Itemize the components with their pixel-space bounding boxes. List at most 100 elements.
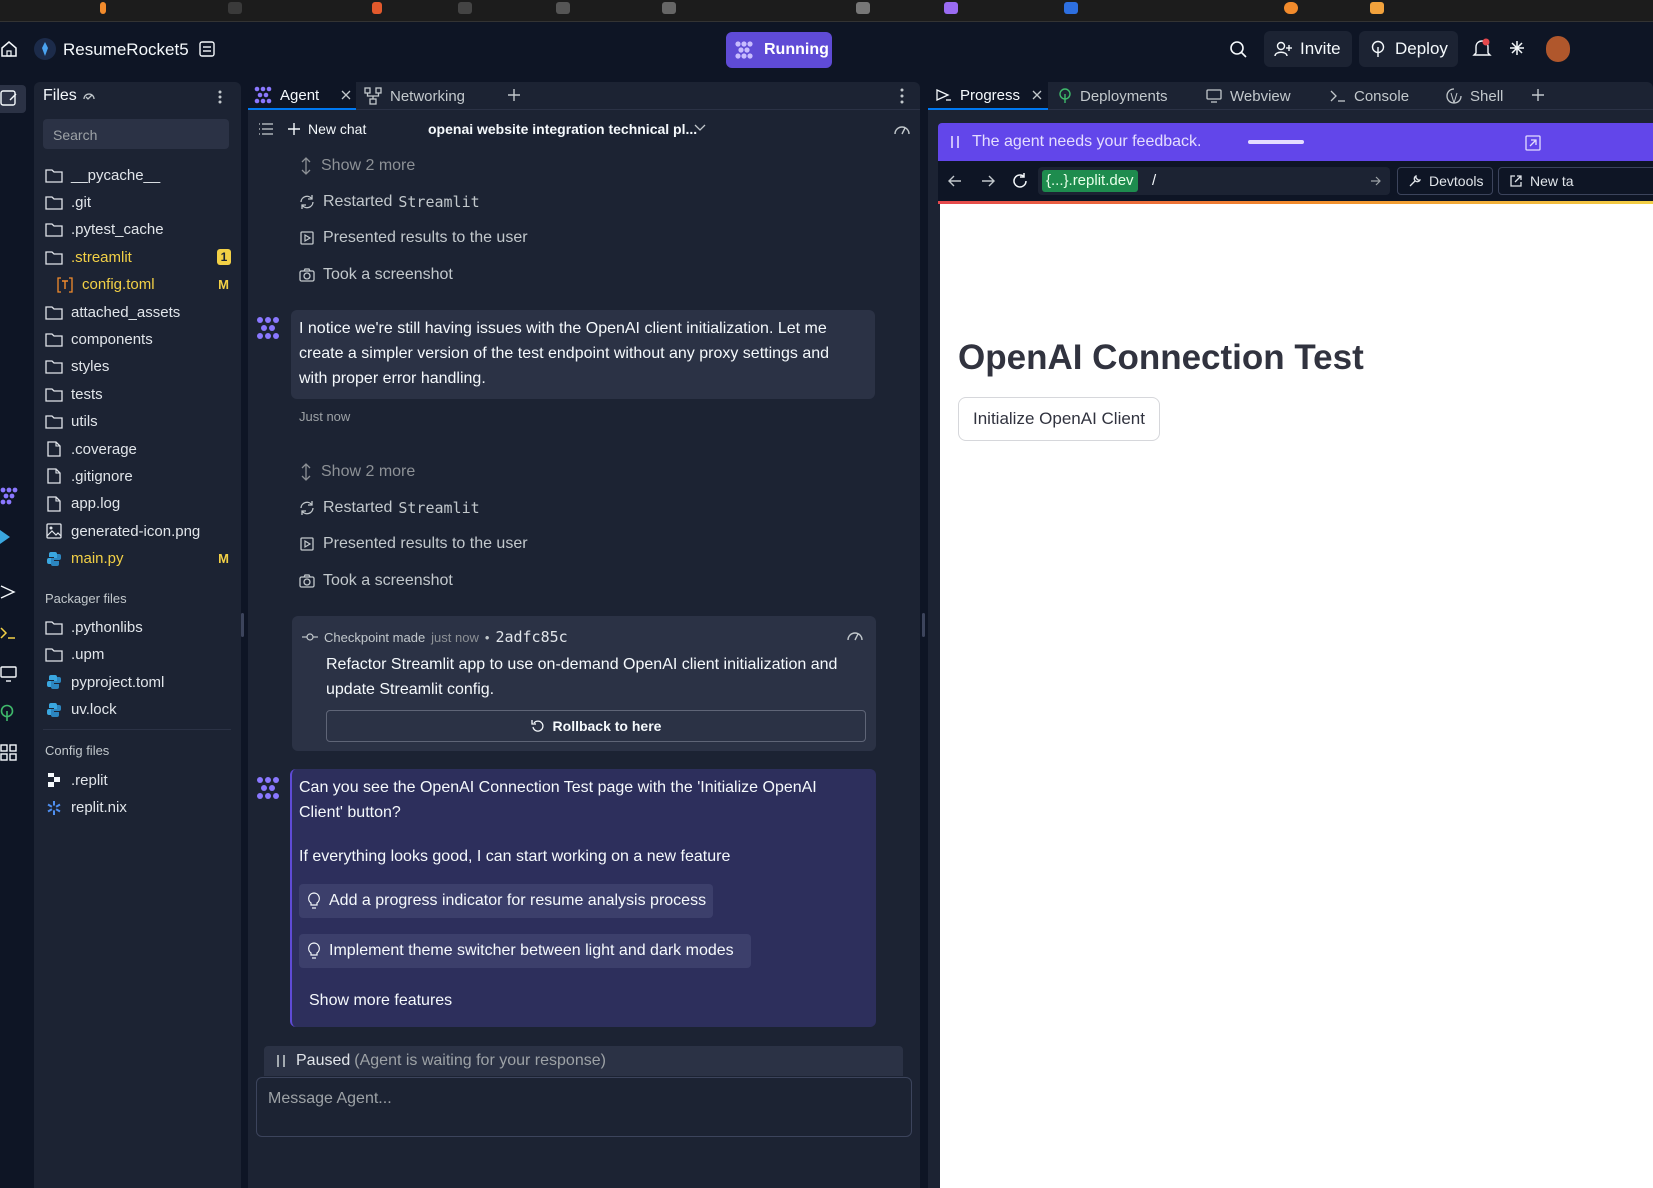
show-more-button[interactable]: Show 2 more (299, 461, 415, 483)
tab-favicon[interactable] (372, 2, 382, 14)
close-tab-icon[interactable] (341, 90, 351, 100)
tab-progress[interactable]: Progress (928, 82, 1048, 110)
image-file-icon (45, 523, 63, 539)
project-avatar-icon[interactable] (34, 38, 56, 60)
file-item[interactable]: app.log (34, 491, 241, 517)
resize-handle[interactable] (922, 613, 925, 637)
file-item[interactable]: pyproject.toml (34, 669, 241, 695)
chat-history-icon[interactable] (258, 122, 274, 136)
toml-file-icon (56, 276, 74, 293)
folder-item[interactable]: .git (34, 189, 241, 215)
folder-item[interactable]: .pytest_cache (34, 217, 241, 243)
folder-item[interactable]: .upm (34, 642, 241, 668)
file-item[interactable]: main.py M (34, 546, 241, 572)
tab-webview[interactable]: Webview (1206, 82, 1316, 110)
python-tool-icon[interactable] (0, 528, 14, 546)
pane-menu-icon[interactable] (897, 88, 907, 104)
tab-favicon[interactable] (1064, 2, 1078, 14)
folder-item[interactable]: __pycache__ (34, 162, 241, 188)
file-item[interactable]: .replit (34, 767, 241, 793)
suggestion-chip[interactable]: Add a progress indicator for resume anal… (299, 884, 713, 918)
tab-console[interactable]: Console (1330, 82, 1430, 110)
action-screenshot[interactable]: Took a screenshot (299, 570, 453, 592)
sparkle-icon[interactable] (1509, 40, 1525, 56)
progress-tool-icon[interactable] (0, 584, 18, 600)
add-tab-icon[interactable] (1531, 88, 1545, 102)
rollback-button[interactable]: Rollback to here (326, 710, 866, 742)
popout-icon[interactable] (1525, 135, 1541, 151)
tab-favicon[interactable] (556, 2, 570, 14)
tab-favicon[interactable] (1284, 2, 1298, 14)
user-avatar[interactable] (1546, 36, 1570, 62)
all-tools-icon[interactable] (0, 744, 18, 762)
action-restarted[interactable]: Restarted Streamlit (299, 191, 480, 213)
tab-favicon[interactable] (458, 2, 472, 14)
tab-favicon[interactable] (1370, 2, 1384, 14)
tab-agent[interactable]: Agent (248, 82, 356, 110)
file-search-input[interactable]: Search (43, 119, 229, 149)
running-button[interactable]: Running (726, 32, 832, 68)
tab-favicon[interactable] (228, 2, 242, 14)
file-item[interactable]: uv.lock (34, 697, 241, 723)
folder-item[interactable]: styles (34, 354, 241, 380)
files-tool-icon[interactable] (0, 85, 26, 113)
file-item[interactable]: replit.nix (34, 795, 241, 821)
action-presented[interactable]: Presented results to the user (299, 227, 528, 249)
files-menu-icon[interactable] (214, 89, 226, 105)
back-icon[interactable] (948, 174, 962, 188)
folder-item[interactable]: .pythonlibs (34, 614, 241, 640)
action-presented[interactable]: Presented results to the user (299, 533, 528, 555)
add-tab-icon[interactable] (507, 88, 521, 102)
close-tab-icon[interactable] (1032, 90, 1042, 100)
notifications-icon[interactable] (1472, 38, 1492, 60)
search-icon[interactable] (1229, 40, 1247, 58)
invite-button[interactable]: Invite (1264, 31, 1352, 67)
folder-item[interactable]: utils (34, 409, 241, 435)
file-item[interactable]: .coverage (34, 436, 241, 462)
forward-icon[interactable] (981, 174, 995, 188)
deploy-button[interactable]: Deploy (1359, 31, 1458, 67)
chat-title[interactable]: openai website integration technical pl.… (428, 121, 697, 137)
action-screenshot[interactable]: Took a screenshot (299, 264, 453, 286)
go-arrow-icon[interactable] (1370, 175, 1382, 187)
drag-handle[interactable] (1247, 140, 1304, 144)
webview-tool-icon[interactable] (0, 665, 18, 683)
folder-item[interactable]: .streamlit 1 (34, 244, 241, 270)
show-more-features-button[interactable]: Show more features (309, 992, 452, 1010)
agent-tool-icon[interactable] (0, 487, 18, 505)
suggestion-chip[interactable]: Implement theme switcher between light a… (299, 934, 751, 968)
folder-item[interactable]: tests (34, 381, 241, 407)
project-info-icon[interactable] (198, 40, 216, 58)
devtools-button[interactable]: Devtools (1397, 167, 1493, 195)
deployments-tool-icon[interactable] (0, 704, 16, 722)
speedometer-icon[interactable] (846, 628, 864, 642)
tab-favicon[interactable] (662, 2, 676, 14)
tab-favicon[interactable] (856, 2, 870, 14)
message-input[interactable]: Message Agent... (256, 1077, 912, 1137)
tab-networking[interactable]: Networking (364, 82, 494, 110)
checkpoint-hash[interactable]: 2adfc85c (495, 628, 567, 646)
file-item[interactable]: .gitignore (34, 463, 241, 489)
folder-item[interactable]: attached_assets (34, 299, 241, 325)
show-more-button[interactable]: Show 2 more (299, 155, 415, 177)
new-chat-button[interactable]: New chat (288, 121, 366, 137)
home-icon[interactable] (0, 40, 18, 58)
action-restarted[interactable]: Restarted Streamlit (299, 497, 480, 519)
tab-favicon[interactable] (944, 2, 958, 14)
url-bar[interactable]: {...}.replit.dev / (1038, 167, 1390, 195)
tab-favicon[interactable] (100, 2, 106, 14)
project-name[interactable]: ResumeRocket5 (63, 40, 189, 60)
resize-handle[interactable] (241, 613, 244, 637)
new-tab-button[interactable]: New ta (1498, 167, 1653, 195)
tab-shell[interactable]: Shell (1446, 82, 1536, 110)
console-tool-icon[interactable] (0, 625, 18, 641)
reload-icon[interactable] (1012, 173, 1028, 189)
feedback-banner[interactable]: The agent needs your feedback. (938, 123, 1653, 161)
speedometer-icon[interactable] (893, 122, 911, 136)
initialize-client-button[interactable]: Initialize OpenAI Client (958, 397, 1160, 441)
file-item[interactable]: config.toml M (34, 272, 241, 298)
file-item[interactable]: generated-icon.png (34, 518, 241, 544)
folder-item[interactable]: components (34, 326, 241, 352)
chevron-down-icon[interactable] (694, 124, 706, 132)
tab-deployments[interactable]: Deployments (1058, 82, 1198, 110)
